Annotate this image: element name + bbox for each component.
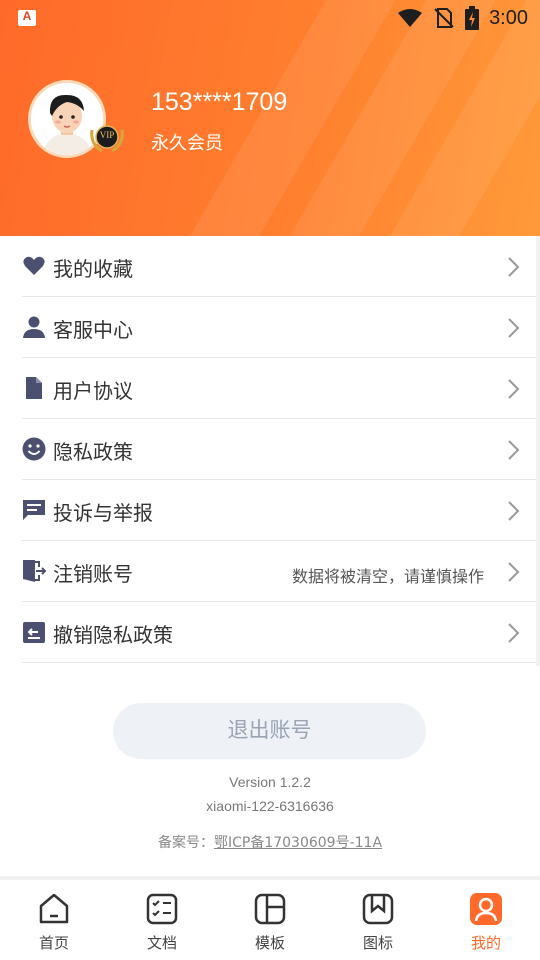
menu-item-user-agreement[interactable]: 用户协议 (22, 358, 540, 419)
smiley-icon (22, 437, 46, 461)
status-bar: 3:00 (0, 0, 540, 36)
profile-icon (470, 893, 502, 925)
chevron-right-icon (508, 318, 520, 338)
user-phone: 153****1709 (151, 88, 288, 116)
menu-item-favorites[interactable]: 我的收藏 (22, 236, 540, 297)
menu-item-label: 隐私政策 (53, 440, 133, 464)
chevron-right-icon (508, 257, 520, 277)
no-sim-icon (434, 8, 454, 28)
menu-item-privacy-policy[interactable]: 隐私政策 (22, 419, 540, 480)
message-icon (23, 500, 45, 520)
tab-home[interactable]: 首页 (0, 880, 108, 960)
icp-link[interactable]: 鄂ICP备17030609号-11A (214, 835, 382, 851)
menu-item-delete-account[interactable]: 注销账号 数据将被清空，请谨慎操作 (22, 541, 540, 602)
menu-item-label: 客服中心 (53, 318, 133, 342)
document-icon (26, 377, 42, 399)
app-notification-icon (18, 9, 36, 26)
layout-icon (254, 893, 286, 925)
tab-documents[interactable]: 文档 (108, 880, 216, 960)
scrollbar[interactable] (536, 236, 540, 666)
delete-account-warning: 数据将被清空，请谨慎操作 (291, 567, 484, 586)
home-icon (39, 893, 69, 924)
tab-label: 文档 (146, 934, 177, 952)
icp-record: 备案号：鄂ICP备17030609号-11A (0, 832, 540, 852)
menu-item-label: 注销账号 (53, 562, 133, 586)
menu-item-label: 撤销隐私政策 (53, 623, 173, 647)
person-icon (23, 316, 45, 338)
bookmark-icon (362, 893, 394, 925)
vip-badge-text: VIP (99, 130, 115, 140)
logout-button[interactable]: 退出账号 (113, 703, 426, 759)
tab-profile[interactable]: 我的 (432, 880, 540, 960)
menu-item-label: 投诉与举报 (53, 501, 153, 525)
chevron-right-icon (508, 440, 520, 460)
menu-item-revoke-privacy[interactable]: 撤销隐私政策 (22, 602, 540, 663)
build-id: xiaomi-122-6316636 (206, 798, 334, 814)
icp-label: 备案号： (157, 835, 214, 851)
settings-menu: 我的收藏 客服中心 用户协议 隐私政策 投诉与举报 注销账号 数据将被清空，请谨… (0, 236, 540, 663)
tab-templates[interactable]: 模板 (216, 880, 324, 960)
status-time: 3:00 (489, 6, 528, 29)
vip-badge: VIP (88, 120, 126, 154)
chevron-right-icon (508, 562, 520, 582)
tab-icons[interactable]: 图标 (324, 880, 432, 960)
revoke-icon (23, 622, 45, 643)
menu-item-customer-service[interactable]: 客服中心 (22, 297, 540, 358)
app-version: Version 1.2.2 (229, 774, 311, 790)
tab-label: 图标 (362, 934, 393, 952)
chevron-right-icon (508, 379, 520, 399)
heart-icon (23, 256, 45, 275)
profile-header: 3:00 VIP 153****1709 永久会员 (0, 0, 540, 236)
battery-charging-icon (465, 6, 480, 30)
membership-status: 永久会员 (151, 133, 223, 154)
exit-door-icon (23, 560, 46, 582)
checklist-icon (146, 893, 178, 925)
menu-item-label: 用户协议 (53, 379, 133, 403)
tab-label: 首页 (38, 934, 69, 952)
menu-item-complaint-report[interactable]: 投诉与举报 (22, 480, 540, 541)
wifi-icon (398, 9, 423, 27)
tab-label: 模板 (254, 934, 285, 952)
chevron-right-icon (508, 501, 520, 521)
menu-item-label: 我的收藏 (53, 257, 133, 281)
bottom-tab-bar: 首页 文档 模板 图标 我的 (0, 876, 540, 960)
chevron-right-icon (508, 623, 520, 643)
tab-label: 我的 (470, 934, 501, 952)
